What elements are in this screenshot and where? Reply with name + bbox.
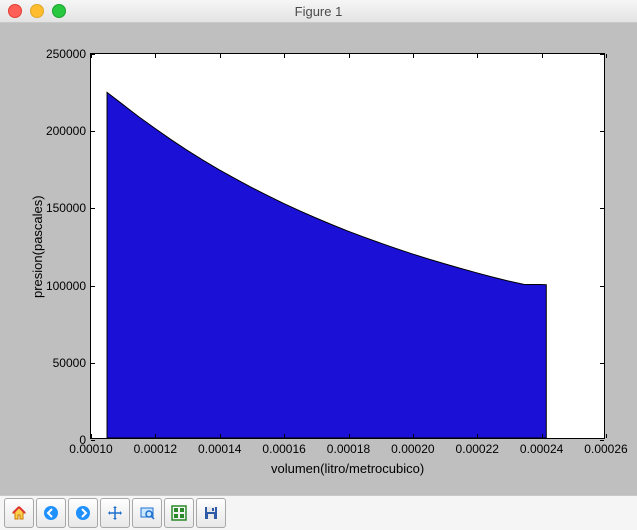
plot-area[interactable]: 0500001000001500002000002500000.000100.0… (90, 53, 605, 439)
y-tick-label: 100000 (46, 279, 91, 293)
figure-window: Figure 1 0500001000001500002000002500000… (0, 0, 637, 530)
x-tick-label: 0.00010 (69, 438, 112, 456)
y-tick-label: 200000 (46, 124, 91, 138)
x-tick-label: 0.00014 (198, 438, 241, 456)
zoom-icon[interactable] (52, 4, 66, 18)
subplots-icon (171, 505, 187, 521)
subplots-button[interactable] (164, 498, 194, 528)
x-tick-label: 0.00026 (584, 438, 627, 456)
toolbar (0, 495, 637, 530)
home-icon (11, 505, 27, 521)
window-title: Figure 1 (0, 4, 637, 19)
minimize-icon[interactable] (30, 4, 44, 18)
pan-button[interactable] (100, 498, 130, 528)
x-tick-label: 0.00024 (520, 438, 563, 456)
forward-button[interactable] (68, 498, 98, 528)
x-tick-label: 0.00020 (391, 438, 434, 456)
move-icon (107, 505, 123, 521)
arrow-left-icon (43, 505, 59, 521)
y-axis-label: presion(pascales) (30, 195, 45, 298)
titlebar: Figure 1 (0, 0, 637, 23)
x-tick-label: 0.00018 (327, 438, 370, 456)
window-controls (8, 4, 66, 18)
figure-canvas: 0500001000001500002000002500000.000100.0… (0, 23, 637, 495)
home-button[interactable] (4, 498, 34, 528)
save-icon (203, 505, 219, 521)
arrow-right-icon (75, 505, 91, 521)
x-tick-label: 0.00012 (134, 438, 177, 456)
zoom-rect-icon (139, 505, 155, 521)
area-chart (91, 54, 604, 438)
back-button[interactable] (36, 498, 66, 528)
close-icon[interactable] (8, 4, 22, 18)
y-tick-label: 50000 (53, 356, 91, 370)
y-tick-label: 250000 (46, 47, 91, 61)
x-axis-label: volumen(litro/metrocubico) (271, 461, 424, 476)
x-tick-label: 0.00022 (456, 438, 499, 456)
y-tick-label: 150000 (46, 201, 91, 215)
x-tick-label: 0.00016 (262, 438, 305, 456)
zoom-button[interactable] (132, 498, 162, 528)
save-button[interactable] (196, 498, 226, 528)
